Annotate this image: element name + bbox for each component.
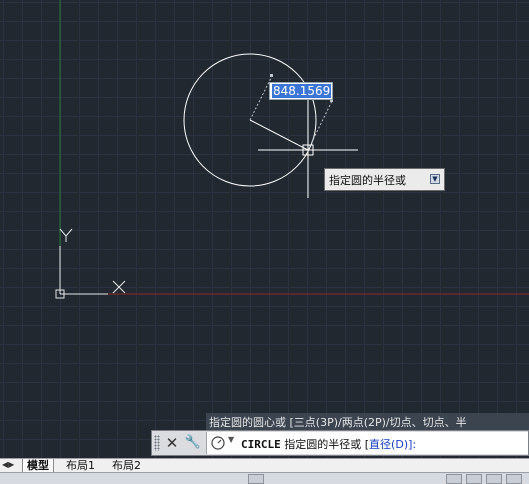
command-line-bar: ✕ 🔧 ▼ CIRCLE 指定圆的半径或 [直径(D)]: [151, 430, 529, 456]
dynamic-input-value: 848.1569 [272, 84, 332, 98]
autocad-window: 848.1569 指定圆的半径或 ▼ 指定圆的圆心或 [三点(3P)/两点(2P… [0, 0, 529, 484]
option-suffix: )]: [403, 438, 417, 451]
grid-toggle-icon[interactable] [248, 474, 264, 484]
tab-label: 模型 [27, 459, 49, 472]
drawing-canvas[interactable] [0, 0, 529, 458]
tab-model[interactable]: 模型 [22, 459, 54, 473]
command-history: 指定圆的圆心或 [三点(3P)/两点(2P)/切点、切点、半 [206, 413, 529, 430]
tab-label: 布局2 [112, 459, 141, 472]
dynamic-prompt-tooltip: 指定圆的半径或 ▼ [324, 168, 445, 191]
dynamic-input-field[interactable]: 848.1569 [269, 82, 333, 100]
status-icon[interactable] [466, 474, 482, 484]
command-prompt: CIRCLE 指定圆的半径或 [直径(D)]: [241, 436, 416, 452]
status-icon[interactable] [506, 474, 522, 484]
tab-nav-arrows[interactable]: ◀▶ [2, 460, 20, 471]
tooltip-text: 指定圆的半径或 [329, 174, 406, 187]
option-prefix: 直径( [369, 438, 396, 451]
close-icon[interactable]: ✕ [164, 434, 180, 452]
radius-rubberband [249, 119, 309, 151]
command-prompt-icon[interactable] [210, 435, 226, 451]
wrench-icon[interactable]: 🔧 [184, 434, 202, 452]
prompt-text: 指定圆的半径或 [ [280, 438, 370, 451]
command-history-text: 指定圆的圆心或 [三点(3P)/两点(2P)/切点、切点、半 [209, 416, 467, 429]
grip-handle[interactable] [154, 435, 160, 451]
tab-label: 布局1 [66, 459, 95, 472]
tab-layout2[interactable]: 布局2 [108, 459, 145, 473]
status-bar [0, 472, 529, 484]
layout-tabs: ◀▶ 模型 布局1 布局2 [0, 458, 529, 473]
command-input[interactable]: ▼ CIRCLE 指定圆的半径或 [直径(D)]: [206, 432, 528, 454]
options-dropdown-icon[interactable]: ▼ [430, 174, 440, 184]
ucs-icon [55, 228, 126, 299]
option-key: D [395, 438, 404, 451]
drawing-area[interactable]: 848.1569 指定圆的半径或 ▼ [0, 0, 529, 458]
status-icon[interactable] [486, 474, 502, 484]
status-icon[interactable] [446, 474, 462, 484]
tab-layout1[interactable]: 布局1 [62, 459, 99, 473]
chevron-down-icon[interactable]: ▼ [228, 435, 234, 444]
command-name: CIRCLE [241, 438, 281, 451]
option-diameter[interactable]: 直径(D)]: [369, 438, 416, 451]
